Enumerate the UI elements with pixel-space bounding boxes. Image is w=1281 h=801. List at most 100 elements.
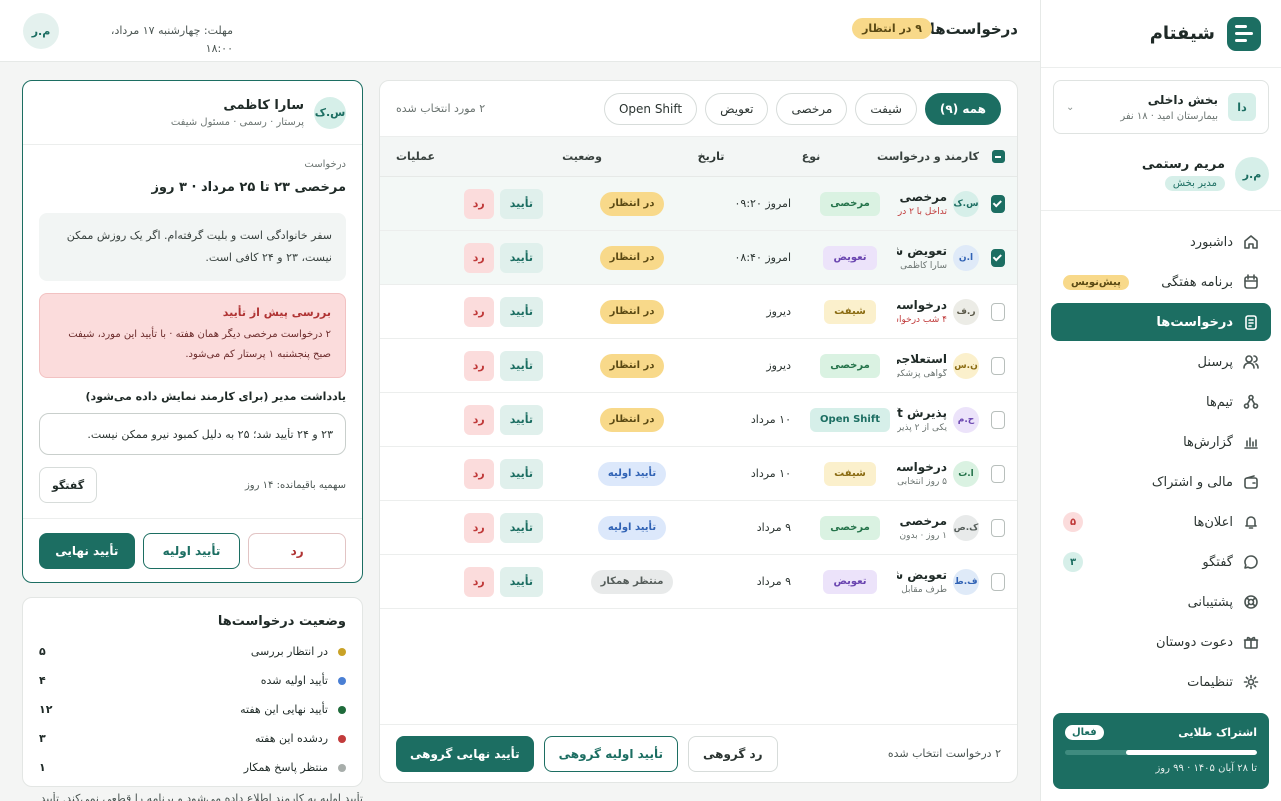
bulk-final-approve-button[interactable]: تأیید نهایی گروهی [396, 735, 534, 772]
home-icon [1243, 234, 1259, 250]
sidebar: شیفتام دا بخش داخلی بیمارستان امید · ۱۸ … [1040, 0, 1281, 801]
approve-button[interactable]: تأیید [499, 296, 543, 327]
page-title: درخواست‌ها [929, 20, 1018, 38]
row-checkbox[interactable] [991, 518, 1005, 537]
user-profile[interactable]: م.ر مریم رستمی مدیر بخش [1041, 134, 1281, 200]
reject-button[interactable]: رد [463, 458, 494, 489]
request-title: تعویض شیفت [897, 244, 947, 258]
request-subtitle: ۱ روز · بدون حقوق [897, 531, 947, 541]
sidebar-item-dashboard[interactable]: داشبورد [1051, 223, 1271, 261]
request-subtitle: سارا کاظمی [900, 261, 947, 271]
approve-button[interactable]: تأیید [499, 458, 543, 489]
table-row[interactable]: س.ک مرخصی ۲۳ تا ۲۵ مرداد تداخل با ۲ درخواس… [380, 177, 1017, 231]
initial-approve-button[interactable]: تأیید اولیه [142, 532, 241, 569]
status-label: ردشده این هفته [254, 732, 328, 745]
sidebar-item-teams[interactable]: تیم‌ها [1051, 383, 1271, 421]
request-title: درخواست شیفت [897, 298, 947, 312]
table-row[interactable]: ا.ن تعویض شیفت سارا کاظمی تعویض امروز ۰۸:۴۰ د… [380, 231, 1017, 285]
clipboard-icon [1243, 314, 1259, 330]
sidebar-item-label: گفتگو [1202, 554, 1233, 570]
row-checkbox[interactable] [991, 356, 1005, 375]
request-title: تعویض شیفت [897, 568, 947, 582]
reject-button[interactable]: رد [463, 566, 494, 597]
status-label: تأیید اولیه شده [260, 674, 328, 687]
support-icon [1243, 594, 1259, 610]
avatar[interactable]: م.ر [23, 13, 59, 49]
sidebar-item-invite[interactable]: دعوت دوستان [1051, 623, 1271, 661]
sidebar-item-chat[interactable]: گفتگو ۳ [1051, 543, 1271, 581]
manager-note-field[interactable] [39, 413, 346, 455]
remaining-quota: سهمیه باقیمانده: ۱۴ روز [244, 479, 346, 491]
status-badge: در انتظار [599, 407, 665, 432]
tab-shift[interactable]: شیفت [855, 92, 917, 125]
status-summary-item: در انتظار بررسی ۵ [39, 637, 346, 666]
request-date: امروز ۰۸:۴۰ [734, 251, 791, 264]
status-badge: در انتظار [599, 191, 665, 216]
request-date: ۹ مرداد [756, 575, 791, 588]
request-title: مرخصی ۲۳ تا ۲۵ مرداد [897, 190, 947, 204]
request-subtitle: یکی از ۲ پذیرش [897, 423, 947, 433]
row-checkbox[interactable] [991, 248, 1005, 267]
row-checkbox[interactable] [991, 572, 1005, 591]
reject-button[interactable]: رد [463, 242, 494, 273]
reject-button[interactable]: رد [463, 188, 494, 219]
status-summary-item: ردشده این هفته ۳ [39, 724, 346, 753]
calendar-icon [1243, 274, 1259, 290]
table-row[interactable]: ا.ت درخواست شیفت ۵ روز انتخابی شیفت ۱۰ مرداد… [380, 447, 1017, 501]
status-count: ۱ [39, 761, 46, 774]
bulk-initial-approve-button[interactable]: تأیید اولیه گروهی [543, 735, 678, 772]
approve-button[interactable]: تأیید [499, 242, 543, 273]
sidebar-item-support[interactable]: پشتیبانی [1051, 583, 1271, 621]
table-row[interactable]: ح.م پذیرش Open Shift یکی از ۲ پذیرش Open Sh… [380, 393, 1017, 447]
approve-button[interactable]: تأیید [499, 404, 543, 435]
department-sub: بیمارستان امید · ۱۸ نفر [1120, 110, 1218, 122]
row-checkbox[interactable] [991, 194, 1005, 213]
request-subtitle: تداخل با ۲ درخواست [897, 207, 947, 217]
reject-button[interactable]: رد [463, 296, 494, 327]
approve-button[interactable]: تأیید [499, 188, 543, 219]
table-row[interactable]: ف.ط تعویض شیفت طرف مقابل تعویض ۹ مرداد منتظر … [380, 555, 1017, 609]
sidebar-item-reports[interactable]: گزارش‌ها [1051, 423, 1271, 461]
reject-button[interactable]: رد [463, 350, 494, 381]
table-row[interactable]: ر.ف درخواست شیفت ۴ شب درخواستی شیفت دیروز در … [380, 285, 1017, 339]
type-badge: تعویض [823, 569, 877, 594]
row-checkbox[interactable] [991, 410, 1005, 429]
header-operations: عملیات [395, 150, 435, 163]
sidebar-item-billing[interactable]: مالی و اشتراک [1051, 463, 1271, 501]
chat-button[interactable]: گفتگو [39, 467, 98, 503]
sidebar-item-settings[interactable]: تنظیمات [1051, 663, 1271, 701]
reject-button[interactable]: رد [463, 512, 494, 543]
status-summary-title: وضعیت درخواست‌ها [217, 614, 346, 629]
tab-swap[interactable]: تعویض [705, 92, 769, 125]
final-approve-button[interactable]: تأیید نهایی [38, 532, 135, 569]
request-date: دیروز [766, 305, 791, 318]
tab-leave[interactable]: مرخصی [776, 92, 848, 125]
warning-title: بررسی پیش از تأیید [222, 306, 331, 319]
subscription-card[interactable]: اشتراک طلایی فعال تا ۲۸ آبان ۱۴۰۵ · ۹۹ ر… [1053, 713, 1269, 789]
request-title: مرخصی ۲۳ تا ۲۵ مرداد · ۳ روز [151, 180, 346, 195]
approve-button[interactable]: تأیید [499, 512, 543, 543]
sidebar-item-staff[interactable]: پرسنل [1051, 343, 1271, 381]
tab-all[interactable]: همه (۹) [924, 92, 1001, 125]
sidebar-item-requests[interactable]: درخواست‌ها [1051, 303, 1271, 341]
reject-button[interactable]: رد [248, 532, 346, 569]
avatar: س.ک [314, 96, 346, 129]
reject-button[interactable]: رد [463, 404, 494, 435]
department-switcher[interactable]: دا بخش داخلی بیمارستان امید · ۱۸ نفر ⌄ [1053, 80, 1269, 134]
sidebar-item-notifications[interactable]: اعلان‌ها ۵ [1051, 503, 1271, 541]
approve-button[interactable]: تأیید [499, 350, 543, 381]
chevron-down-icon: ⌄ [1066, 101, 1075, 113]
table-row[interactable]: ک.ص مرخصی ساعتی ۱ روز · بدون حقوق مرخصی ۹ مر… [380, 501, 1017, 555]
status-summary-item: تأیید نهایی این هفته ۱۲ [39, 695, 346, 724]
row-checkbox[interactable] [991, 464, 1005, 483]
row-checkbox[interactable] [991, 302, 1005, 321]
select-all-checkbox[interactable] [991, 150, 1005, 163]
table-row[interactable]: ن.س استعلاجی گواهی پزشکی مرخصی دیروز در انتظا… [380, 339, 1017, 393]
sidebar-item-label: داشبورد [1190, 234, 1233, 250]
tab-open-shift[interactable]: Open Shift [603, 92, 698, 125]
bulk-reject-button[interactable]: رد گروهی [687, 735, 778, 772]
manager-note-label: یادداشت مدیر (برای کارمند نمایش داده می‌… [85, 390, 346, 403]
status-dot-icon [338, 676, 346, 685]
sidebar-item-weekly-schedule[interactable]: برنامه هفتگی پیش‌نویس [1051, 263, 1271, 301]
approve-button[interactable]: تأیید [499, 566, 543, 597]
